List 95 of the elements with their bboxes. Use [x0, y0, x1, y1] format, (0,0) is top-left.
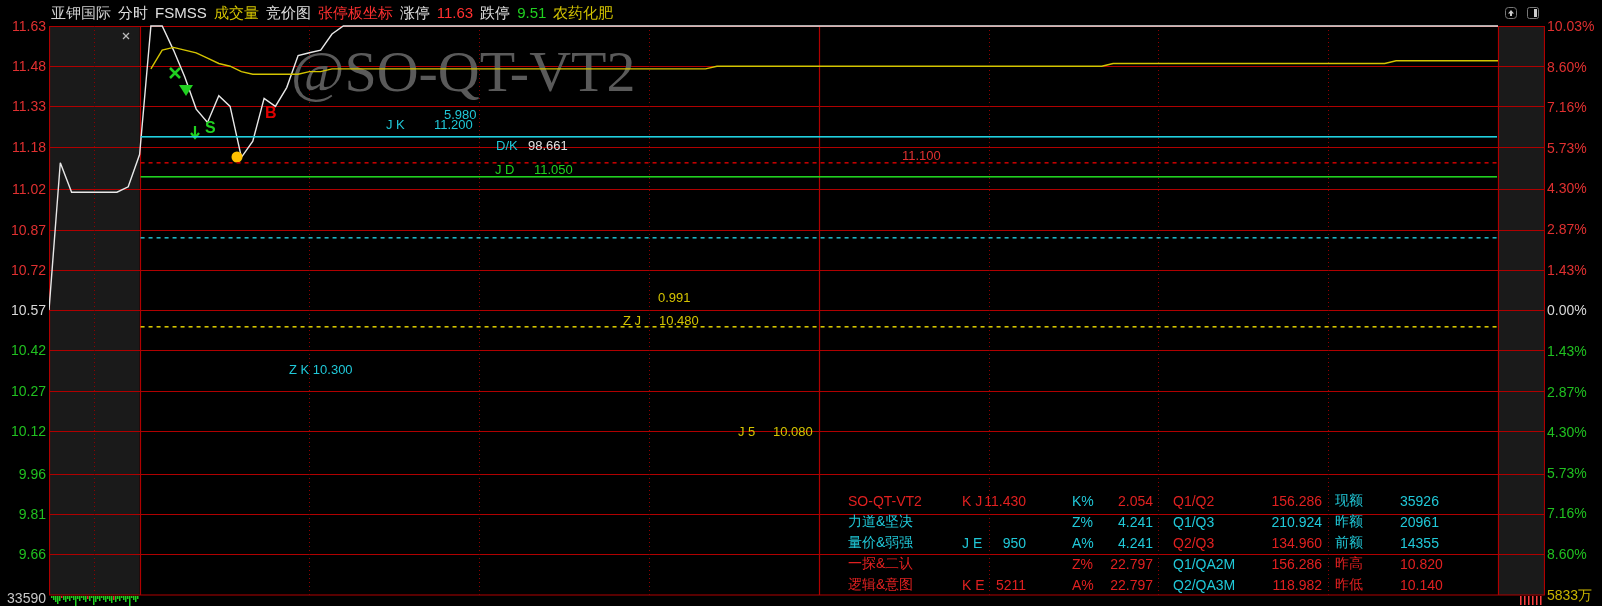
table-cell: Z%	[1072, 513, 1093, 530]
table-cell: 昨高	[1335, 554, 1363, 573]
table-cell: 一探&二认	[848, 554, 914, 573]
axis-label: 5.73%	[1547, 464, 1587, 481]
table-cell: 10.820	[1400, 555, 1443, 572]
axis-label: 10.42	[10, 342, 46, 359]
axis-label: 11.02	[12, 181, 46, 198]
table-cell: 5211	[995, 576, 1026, 593]
table-cell: 4.241	[1117, 534, 1153, 551]
header-label: 亚钾国际	[51, 3, 111, 22]
panel-icon[interactable]	[1526, 5, 1540, 20]
axis-label: 11.63	[12, 18, 46, 34]
table-cell: Q2/QA3M	[1173, 576, 1236, 593]
axis-label: 10.12	[10, 422, 46, 439]
table-cell: 逻辑&意图	[848, 575, 914, 594]
axis-label: 9.81	[18, 505, 46, 522]
up-arrow-icon[interactable]	[1504, 5, 1518, 20]
chart-label: Z K 10.300	[289, 362, 353, 377]
axis-label: 7.16%	[1547, 99, 1587, 116]
table-cell: 11.430	[984, 492, 1026, 509]
header-label: FSMSS	[155, 3, 207, 22]
close-icon[interactable]	[122, 32, 130, 40]
table-cell: K J	[962, 492, 983, 509]
axis-label: 10.87	[10, 221, 46, 238]
axis-label: 10.27	[10, 382, 46, 399]
chart-label: 0.991	[658, 290, 691, 305]
table-cell: 35926	[1400, 492, 1439, 509]
table-cell: 10.140	[1400, 576, 1443, 593]
chart-label: 11.100	[902, 148, 941, 163]
chart-label: Z J	[623, 313, 642, 328]
table-cell: 22.797	[1110, 555, 1153, 572]
header-label: 9.51	[517, 3, 547, 22]
axis-label: 11.33	[12, 98, 46, 115]
table-cell: 22.797	[1110, 576, 1153, 593]
table-cell: 134.960	[1271, 534, 1322, 551]
axis-label: 2.87%	[1547, 221, 1587, 238]
header-label: 张停板坐标	[317, 3, 393, 22]
axis-label: 10.57	[10, 302, 46, 319]
table-cell: 2.054	[1117, 492, 1153, 509]
table-cell: 现额	[1335, 491, 1363, 510]
chart-label: J D	[495, 162, 515, 177]
axis-label: 1.43%	[1547, 261, 1587, 278]
header-label: 11.63	[436, 3, 474, 22]
axis-label: 1.43%	[1547, 342, 1587, 359]
table-cell: 950	[1002, 534, 1026, 551]
header-label: 跌停	[480, 3, 511, 22]
axis-label: 11.48	[12, 58, 46, 75]
header-label: 分时	[118, 3, 148, 22]
table-cell: 20961	[1400, 513, 1439, 530]
axis-label: 4.30%	[1547, 180, 1587, 197]
axis-label: 4.30%	[1547, 424, 1587, 441]
chart-label: 10.480	[659, 313, 699, 328]
table-cell: Q1/Q2	[1173, 492, 1215, 509]
table-cell: 昨低	[1335, 575, 1363, 594]
axis-label: 9.66	[18, 546, 46, 562]
table-cell: Q2/Q3	[1173, 534, 1215, 551]
table-cell: 4.241	[1117, 513, 1153, 530]
table-cell: 力道&坚决	[848, 512, 914, 531]
signal-label: S	[205, 119, 216, 136]
table-cell: K%	[1072, 492, 1094, 509]
axis-label: 8.60%	[1547, 546, 1587, 562]
signal-label: B	[265, 104, 277, 121]
table-cell: 昨额	[1335, 512, 1363, 531]
table-cell: 210.924	[1271, 513, 1322, 530]
table-cell: 量价&弱强	[848, 533, 914, 552]
table-cell: J E	[962, 534, 983, 551]
table-cell: 118.982	[1272, 576, 1322, 593]
axis-label: 7.16%	[1547, 505, 1587, 522]
axis-label: 11.18	[12, 138, 46, 155]
axis-label: 9.96	[18, 465, 46, 482]
table-cell: Z%	[1072, 555, 1093, 572]
header-label: 农药化肥	[553, 3, 614, 22]
table-cell: SO-QT-VT2	[848, 492, 922, 509]
axis-label: 10.03%	[1547, 18, 1595, 34]
axis-label: 5.73%	[1547, 139, 1587, 156]
header-label: 成交量	[213, 3, 259, 22]
table-cell: 14355	[1400, 534, 1439, 551]
chart-label: 11.050	[534, 162, 573, 177]
volume-label: 33590	[7, 590, 46, 606]
table-cell: A%	[1072, 534, 1094, 551]
table-cell: Q1/QA2M	[1173, 555, 1236, 572]
axis-label: 10.72	[10, 261, 46, 278]
table-cell: A%	[1072, 576, 1094, 593]
table-cell: 156.286	[1271, 555, 1322, 572]
table-cell: 前额	[1335, 533, 1363, 552]
header-label: 竞价图	[265, 3, 311, 22]
table-cell: K E	[962, 576, 985, 593]
axis-label: 8.60%	[1547, 58, 1587, 75]
chart-label: J K	[386, 117, 405, 132]
table-cell: 156.286	[1271, 492, 1322, 509]
table-cell: Q1/Q3	[1173, 513, 1215, 530]
volume-label: 5833万	[1547, 587, 1593, 603]
axis-label: 2.87%	[1547, 383, 1587, 400]
header-label: 涨停	[399, 3, 430, 22]
axis-label: 0.00%	[1547, 302, 1587, 319]
